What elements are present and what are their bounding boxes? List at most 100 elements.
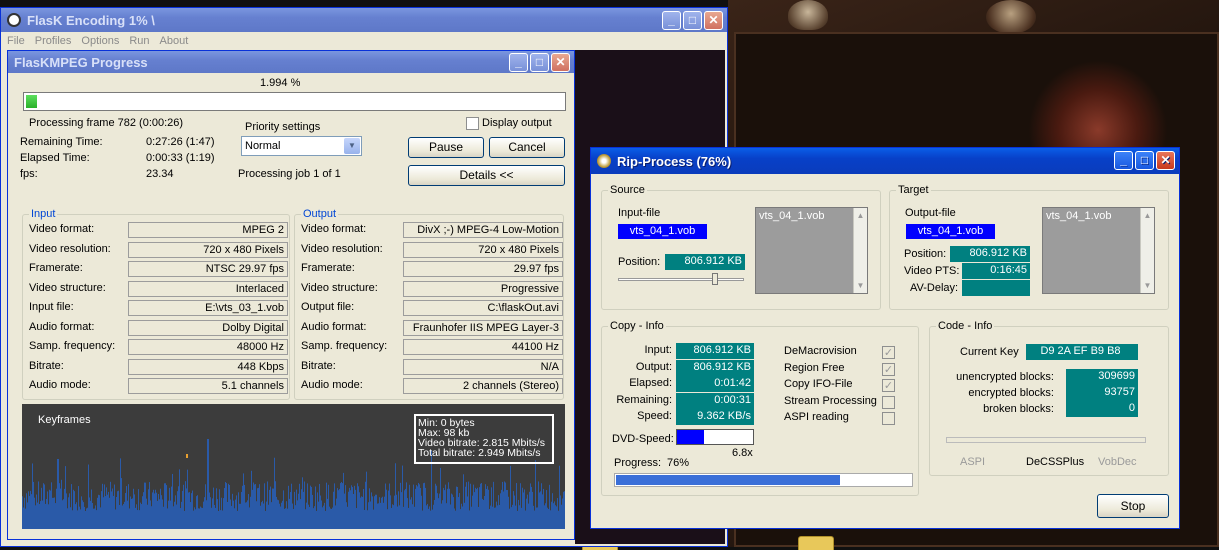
bitrate-bar — [552, 493, 553, 529]
scroll-down-icon[interactable]: ▼ — [1141, 279, 1154, 292]
chevron-down-icon[interactable]: ▼ — [344, 138, 360, 154]
close-button[interactable]: ✕ — [704, 11, 723, 30]
input-row-value: MPEG 2 — [128, 222, 288, 238]
bitrate-bar — [223, 498, 224, 529]
display-output-checkbox[interactable] — [466, 117, 479, 130]
scroll-up-icon[interactable]: ▲ — [1141, 209, 1154, 222]
bitrate-bar — [50, 490, 51, 529]
menu-profiles[interactable]: Profiles — [35, 35, 72, 47]
progress-titlebar[interactable]: FlasKMPEG Progress _ □ ✕ — [8, 51, 574, 73]
bitrate-bar — [419, 484, 420, 529]
bitrate-bar — [463, 474, 464, 529]
copy-info-group: Copy - Info Input: 806.912 KB Output: 806.9… — [601, 320, 919, 496]
bitrate-bar — [100, 507, 101, 529]
bitrate-bar — [502, 481, 503, 529]
bitrate-bar — [122, 505, 123, 529]
bitrate-bar — [309, 506, 310, 529]
option-checkbox[interactable] — [882, 412, 895, 425]
bitrate-bar — [141, 504, 142, 529]
bitrate-bar — [254, 484, 255, 529]
minimize-button[interactable]: _ — [509, 53, 528, 72]
rip-titlebar[interactable]: Rip-Process (76%) _ □ ✕ — [591, 148, 1179, 174]
target-list-item[interactable]: vts_04_1.vob — [1046, 210, 1111, 222]
details-button[interactable]: Details << — [408, 165, 565, 186]
bitrate-bar — [184, 510, 185, 529]
bitrate-bar — [427, 503, 428, 529]
bitrate-bar — [238, 492, 239, 529]
bitrate-bar — [357, 483, 358, 529]
close-button[interactable]: ✕ — [551, 53, 570, 72]
maximize-button[interactable]: □ — [683, 11, 702, 30]
menu-options[interactable]: Options — [81, 35, 119, 47]
bitrate-bar — [333, 491, 334, 529]
bitrate-bar — [221, 497, 222, 529]
bitrate-bar — [332, 507, 333, 529]
bitrate-bar — [261, 502, 262, 529]
bitrate-bar — [48, 504, 49, 529]
bitrate-bar — [244, 484, 245, 529]
av-delay-label: AV-Delay: — [910, 282, 959, 294]
priority-value: Normal — [245, 140, 281, 152]
scroll-down-icon[interactable]: ▼ — [854, 279, 867, 292]
position-slider-handle[interactable] — [712, 273, 718, 285]
minimize-button[interactable]: _ — [1114, 151, 1133, 170]
input-row-label: Input file: — [29, 301, 74, 313]
bitrate-bar — [214, 504, 215, 529]
bitrate-bar — [36, 494, 37, 529]
stat-total-bitrate: Total bitrate: 2.949 Mbits/s — [418, 447, 541, 459]
priority-select[interactable]: Normal ▼ — [241, 136, 362, 156]
close-button[interactable]: ✕ — [1156, 151, 1175, 170]
option-checkbox[interactable] — [882, 379, 895, 392]
flask-titlebar[interactable]: FlasK Encoding 1% \ _ □ ✕ — [1, 8, 727, 32]
bitrate-bar — [239, 503, 240, 529]
bitrate-bar — [206, 500, 207, 529]
stop-button[interactable]: Stop — [1097, 494, 1169, 518]
menu-file[interactable]: File — [7, 35, 25, 47]
bitrate-bar — [44, 484, 45, 529]
menu-run[interactable]: Run — [129, 35, 149, 47]
bitrate-bar — [98, 494, 99, 529]
bitrate-bar — [35, 505, 36, 529]
pause-button[interactable]: Pause — [408, 137, 484, 158]
bitrate-bar — [139, 510, 140, 529]
bitrate-bar — [47, 491, 48, 529]
processing-frame: Processing frame 782 (0:00:26) — [29, 117, 184, 129]
bitrate-bar — [230, 499, 231, 529]
bitrate-bar — [506, 489, 507, 529]
bitrate-bar — [178, 486, 179, 529]
bitrate-bar — [499, 504, 500, 529]
menu-about[interactable]: About — [160, 35, 189, 47]
minimize-button[interactable]: _ — [662, 11, 681, 30]
bitrate-bar — [311, 486, 312, 529]
bitrate-bar — [375, 494, 376, 529]
bitrate-bar — [523, 492, 524, 529]
bitrate-bar — [231, 505, 232, 529]
option-checkbox[interactable] — [882, 395, 895, 409]
scroll-up-icon[interactable]: ▲ — [854, 209, 867, 222]
src-position-value: 806.912 KB — [665, 254, 745, 270]
option-checkbox[interactable] — [882, 346, 895, 359]
bitrate-bar — [503, 491, 504, 529]
bitrate-bar — [269, 489, 270, 529]
source-file-list[interactable]: vts_04_1.vob ▲ ▼ — [755, 207, 868, 294]
bitrate-bar — [255, 484, 256, 529]
cancel-button[interactable]: Cancel — [489, 137, 565, 158]
bitrate-bar — [151, 506, 152, 529]
position-slider-track[interactable] — [618, 278, 744, 281]
folder-icon[interactable] — [798, 536, 834, 550]
bitrate-bar — [305, 509, 306, 529]
bitrate-bar — [153, 489, 154, 529]
target-file-list[interactable]: vts_04_1.vob ▲ ▼ — [1042, 207, 1155, 294]
output-group-label: Output — [301, 208, 339, 220]
bitrate-bar — [316, 510, 317, 529]
maximize-button[interactable]: □ — [1135, 151, 1154, 170]
bitrate-bar — [342, 483, 343, 529]
target-label: Target — [896, 184, 931, 196]
source-list-item[interactable]: vts_04_1.vob — [759, 210, 824, 222]
bitrate-bar — [112, 488, 113, 529]
maximize-button[interactable]: □ — [530, 53, 549, 72]
bitrate-bar — [276, 496, 277, 529]
bitrate-bar — [183, 484, 184, 529]
option-checkbox[interactable] — [882, 362, 895, 376]
bitrate-bar — [125, 493, 126, 529]
